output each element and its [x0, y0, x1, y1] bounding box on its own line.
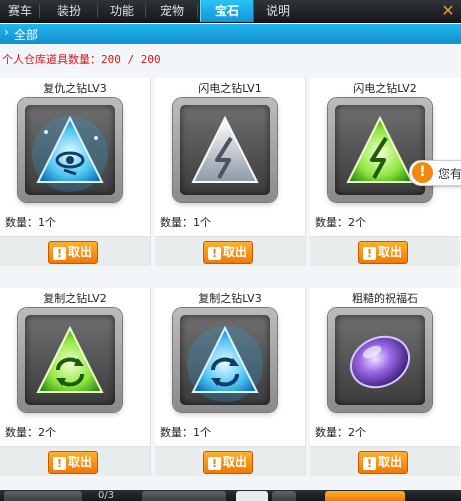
notification-popup[interactable]: ! 您有 — [409, 160, 461, 186]
tab-help[interactable]: 说明 — [254, 0, 302, 22]
item-quantity: 数量：1个 — [5, 216, 56, 229]
category-label: 全部 — [14, 28, 39, 42]
item-card: 闪电之钻LV1 数量：1个 ! 取出 — [155, 78, 306, 266]
item-footer: ! 取出 — [155, 446, 305, 476]
gem-slot[interactable] — [18, 308, 122, 412]
next-page-button[interactable] — [142, 491, 226, 501]
action-button[interactable] — [325, 491, 405, 501]
take-out-button[interactable]: ! 取出 — [48, 241, 98, 264]
close-icon[interactable]: ✕ — [439, 2, 457, 20]
item-quantity: 数量：2个 — [5, 426, 56, 439]
lightning-gem-icon — [191, 115, 259, 183]
gem-slot[interactable] — [328, 308, 432, 412]
tab-function[interactable]: 功能 — [98, 0, 146, 22]
exclamation-icon: ! — [53, 247, 66, 260]
tab-outfit[interactable]: 装扮 — [40, 0, 98, 22]
exclamation-icon: ! — [363, 247, 376, 260]
take-out-button[interactable]: ! 取出 — [358, 241, 408, 264]
item-quantity: 数量：2个 — [315, 216, 366, 229]
item-footer: ! 取出 — [0, 446, 150, 476]
item-name: 复制之钻LV3 — [198, 292, 262, 305]
go-button[interactable] — [272, 491, 296, 501]
item-card: 复制之钻LV2 数量：2个 ! 取出 — [0, 288, 151, 476]
storage-count: 个人仓库道具数量：200 / 200 — [2, 53, 161, 66]
take-out-button[interactable]: ! 取出 — [358, 451, 408, 474]
category-bar[interactable]: › 全部 — [0, 24, 461, 44]
tab-gem[interactable]: 宝石 — [200, 0, 254, 22]
take-out-button[interactable]: ! 取出 — [203, 241, 253, 264]
item-name: 粗糙的祝福石 — [352, 292, 418, 305]
top-tab-bar: 赛车 装扮 功能 宠物 宝石 说明 ✕ — [0, 0, 461, 23]
gem-slot[interactable] — [18, 98, 122, 202]
item-footer: ! 取出 — [310, 236, 460, 266]
item-footer: ! 取出 — [310, 446, 460, 476]
item-name: 复仇之钻LV3 — [43, 82, 107, 95]
item-quantity: 数量：1个 — [160, 216, 211, 229]
revenge-gem-icon — [32, 115, 108, 192]
notification-text: 您有 — [438, 167, 461, 181]
blessing-stone-icon — [349, 335, 411, 389]
gem-slot[interactable] — [328, 98, 432, 202]
exclamation-icon: ! — [208, 457, 221, 470]
exclamation-icon: ! — [53, 457, 66, 470]
item-name: 闪电之钻LV1 — [198, 82, 262, 95]
take-out-button[interactable]: ! 取出 — [203, 451, 253, 474]
item-name: 复制之钻LV2 — [43, 292, 107, 305]
item-footer: ! 取出 — [0, 236, 150, 266]
take-out-button[interactable]: ! 取出 — [48, 451, 98, 474]
expand-arrow-icon: › — [4, 25, 9, 39]
exclamation-icon: ! — [208, 247, 221, 260]
item-card: 复制之钻LV3 数量：1个 ! 取出 — [155, 288, 306, 476]
page-input[interactable] — [236, 491, 268, 501]
item-name: 闪电之钻LV2 — [353, 82, 417, 95]
prev-page-button[interactable] — [4, 491, 82, 501]
lightning-gem-icon — [346, 115, 414, 183]
item-quantity: 数量：2个 — [315, 426, 366, 439]
gem-slot[interactable] — [173, 308, 277, 412]
bottom-bar: 0/3 — [0, 490, 461, 501]
alert-icon: ! — [412, 162, 433, 183]
gem-slot[interactable] — [173, 98, 277, 202]
exclamation-icon: ! — [363, 457, 376, 470]
item-card: 粗糙的祝福石 数量：2个 ! 取出 — [310, 288, 461, 476]
tab-pet[interactable]: 宠物 — [146, 0, 198, 22]
tab-racing[interactable]: 赛车 — [0, 0, 40, 22]
copy-gem-icon — [36, 325, 104, 393]
item-footer: ! 取出 — [155, 236, 305, 266]
copy-gem-icon — [187, 325, 263, 402]
page-indicator: 0/3 — [98, 490, 115, 501]
item-quantity: 数量：1个 — [160, 426, 211, 439]
item-card: 复仇之钻LV3 数量：1个 ! 取出 — [0, 78, 151, 266]
